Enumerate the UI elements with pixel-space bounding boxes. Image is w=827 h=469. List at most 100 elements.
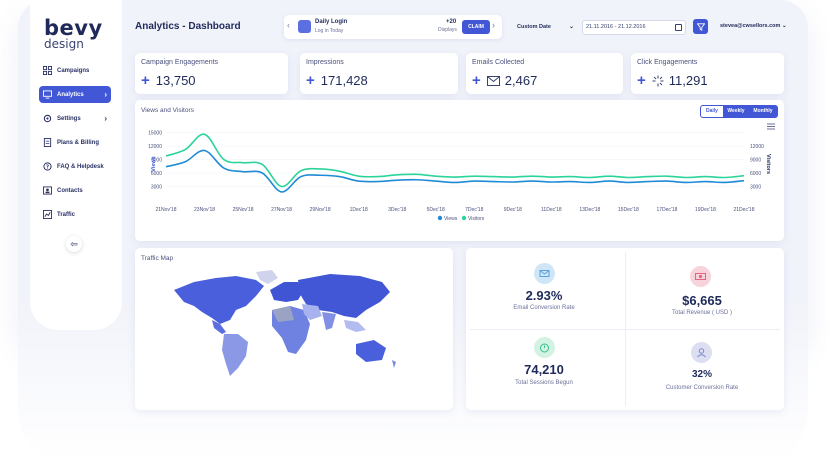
y2-tick-label: 6000: [750, 171, 761, 177]
views-visitors-chart: 300060009000120001500030006000900012000V…: [148, 131, 771, 223]
user-menu[interactable]: stevea@cwsellors.com ⌄: [720, 23, 787, 29]
stat-card-click-engagements: Click Engagements + 11,291: [631, 53, 784, 94]
sidebar-item-contacts[interactable]: Contacts: [39, 182, 111, 199]
sidebar-item-campaigns[interactable]: Campaigns: [39, 62, 111, 79]
envelope-icon: [534, 263, 555, 284]
kpi-label-customer-conversion: Customer Conversion Rate: [665, 385, 739, 391]
x-tick-label: 25Nov'18: [233, 207, 254, 213]
stat-label: Impressions: [306, 59, 344, 66]
kpi-value-total-revenue: $6,665: [682, 293, 722, 308]
date-preset-select[interactable]: Custom Date ⌄: [514, 20, 576, 34]
world-map: [174, 270, 396, 376]
brand-logo[interactable]: bevy design: [44, 18, 103, 51]
stat-value: 171,428: [320, 73, 368, 88]
chevron-right-icon[interactable]: ›: [492, 20, 495, 30]
sparkle-icon: [652, 75, 664, 86]
x-tick-label: 21Nov'18: [156, 207, 177, 213]
x-tick-label: 15Dec'18: [618, 207, 639, 213]
claim-button[interactable]: CLAIM: [462, 20, 490, 34]
page-title: Analytics - Dashboard: [135, 21, 241, 32]
stat-label: Campaign Engagements: [141, 59, 219, 66]
kpi-label-email-conversion: Email Conversion Rate: [513, 305, 575, 311]
y2-tick-label: 3000: [750, 185, 761, 191]
plus-icon: +: [472, 72, 481, 89]
kpi-value-email-conversion: 2.93%: [525, 288, 563, 303]
gear-icon: [43, 114, 52, 123]
chevron-right-icon: ›: [104, 114, 107, 123]
chevron-down-icon: ⌄: [781, 23, 787, 29]
sidebar-item-analytics[interactable]: Analytics ›: [39, 86, 111, 103]
x-tick-label: 17Dec'18: [656, 207, 677, 213]
grid-icon: [43, 66, 52, 75]
daily-login-subtitle: Log in Today: [315, 28, 344, 34]
chevron-down-icon: ⌄: [568, 24, 574, 30]
chevron-right-icon: ›: [104, 90, 107, 99]
contacts-icon: [43, 186, 52, 195]
daily-login-title: Daily Login: [315, 19, 348, 25]
x-tick-label: 3Dec'18: [388, 207, 406, 213]
legend-label-views: Views: [444, 216, 458, 222]
daily-login-points-label: Displays: [438, 27, 457, 33]
help-icon: ?: [43, 162, 52, 171]
plus-icon: +: [637, 72, 646, 89]
kpi-divider-horizontal: [470, 329, 780, 330]
camera-icon: [298, 20, 311, 33]
user-email: stevea@cwsellors.com: [720, 23, 781, 29]
document-icon: [43, 138, 52, 147]
y2-tick-label: 9000: [750, 158, 761, 164]
chevron-left-icon[interactable]: ‹: [287, 20, 290, 30]
chart-title: Views and Visitors: [141, 107, 194, 114]
kpi-label-total-sessions: Total Sessions Begun: [515, 380, 573, 386]
map-region-greenland: [256, 270, 278, 284]
x-tick-label: 29Nov'18: [310, 207, 331, 213]
sidebar-item-settings[interactable]: Settings ›: [39, 110, 111, 127]
money-icon: [690, 266, 711, 287]
kpi-label-total-revenue: Total Revenue ( USD ): [671, 310, 733, 316]
stat-value: 13,750: [155, 73, 196, 88]
legend-marker-visitors: [461, 215, 467, 221]
stat-value: 11,291: [668, 73, 708, 88]
y2-axis-label: Visitors: [765, 154, 771, 174]
traffic-icon: [43, 210, 52, 219]
timer-glyph: [540, 343, 549, 353]
date-range-value: 21.11.2016 - 21.12.2016: [586, 24, 646, 30]
filter-button[interactable]: [693, 19, 708, 34]
x-tick-label: 7Dec'18: [465, 207, 483, 213]
toggle-daily[interactable]: Daily: [700, 105, 724, 118]
sidebar-item-faq-helpdesk[interactable]: ? FAQ & Helpdesk: [39, 158, 111, 175]
stat-card-emails-collected: Emails Collected + 2,467: [466, 53, 623, 94]
toggle-monthly[interactable]: Monthly: [748, 105, 778, 118]
stat-label: Click Engagements: [637, 59, 698, 66]
sidebar-item-label: Campaigns: [57, 67, 90, 74]
x-tick-label: 1Dec'18: [350, 207, 368, 213]
y-axis-label: Views: [151, 156, 157, 172]
map-region-new-zealand: [392, 360, 396, 368]
kpi-value-customer-conversion: 32%: [691, 369, 712, 380]
x-tick-label: 13Dec'18: [579, 207, 600, 213]
sidebar-item-label: Traffic: [57, 211, 76, 218]
stat-value: 2,467: [504, 73, 538, 88]
legend-marker-views: [437, 215, 443, 221]
x-tick-label: 11Dec'18: [541, 207, 562, 213]
envelope-icon: [486, 75, 500, 86]
plus-icon: +: [141, 72, 150, 89]
toggle-weekly[interactable]: Weekly: [723, 105, 749, 118]
x-tick-label: 5Dec'18: [427, 207, 445, 213]
x-tick-label: 9Dec'18: [504, 207, 522, 213]
money-glyph: [695, 273, 706, 280]
envelope-glyph: [539, 270, 550, 277]
map-region-south-america: [222, 334, 248, 376]
date-range-input[interactable]: 21.11.2016 - 21.12.2016: [582, 20, 686, 35]
sidebar-item-traffic[interactable]: Traffic: [39, 206, 111, 223]
series-line-views: [165, 149, 745, 193]
x-tick-label: 27Nov'18: [271, 207, 292, 213]
map-region-india: [322, 312, 336, 330]
stat-card-impressions: Impressions +171,428: [300, 53, 458, 94]
daily-login-points: +20: [446, 19, 457, 25]
sidebar-item-plans-billing[interactable]: Plans & Billing: [39, 134, 111, 151]
y-tick-label: 3000: [151, 185, 162, 191]
legend-label-visitors: Visitors: [468, 216, 485, 222]
user-glyph: [697, 348, 706, 358]
kpi-value-total-sessions: 74,210: [524, 362, 564, 377]
collapse-sidebar-button[interactable]: ⇦: [66, 236, 82, 252]
